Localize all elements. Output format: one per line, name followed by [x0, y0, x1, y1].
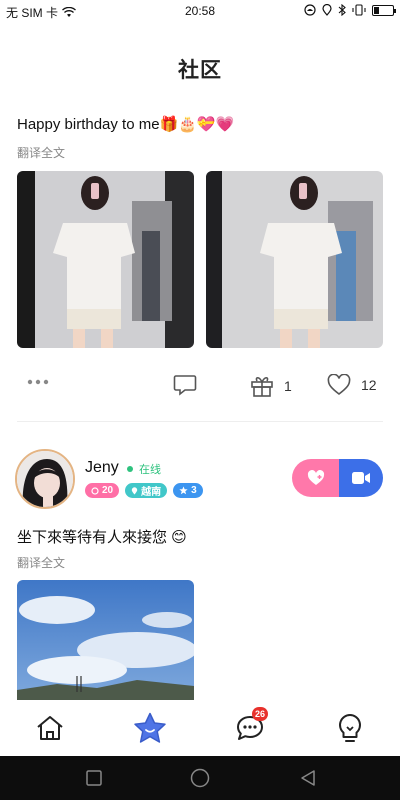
nav-community[interactable] [130, 708, 170, 748]
avatar-image [17, 451, 73, 507]
video-camera-icon [352, 472, 370, 484]
post-text: 坐下來等待有人來接您 😊 [17, 529, 187, 546]
vibrate-icon [352, 4, 366, 16]
translate-link[interactable]: 翻译全文 [17, 144, 65, 161]
call-actions [292, 459, 383, 497]
square-icon [86, 770, 102, 786]
nav-discover[interactable] [330, 708, 370, 748]
location-pin-icon [131, 486, 138, 494]
post-photo-1[interactable] [17, 171, 194, 348]
post-text: Happy birthday to me🎁🎂💝💗 [17, 116, 235, 133]
location-badge: 越南 [125, 483, 168, 498]
photo-image [206, 171, 383, 348]
page-title: 社区 [178, 59, 222, 82]
online-label: 在线 [139, 464, 161, 476]
like-count: 12 [361, 377, 377, 393]
home-icon [37, 716, 63, 740]
user-name[interactable]: Jeny [85, 459, 119, 477]
star-icon [134, 712, 166, 743]
user-avatar[interactable] [15, 449, 75, 509]
gift-icon [251, 376, 273, 397]
gift-button[interactable]: 1 [250, 374, 292, 398]
unread-count-badge: 26 [252, 707, 269, 721]
heart-plus-icon [307, 470, 324, 485]
gift-count: 1 [284, 378, 292, 394]
nav-messages[interactable]: 26 [230, 707, 270, 748]
bluetooth-icon [338, 4, 346, 16]
translate-link[interactable]: 翻译全文 [17, 554, 65, 571]
post-action-row: 1 12 [0, 372, 400, 400]
star-value: 3 [191, 485, 197, 496]
battery-icon [372, 4, 396, 16]
battery-fill [374, 6, 379, 14]
system-nav-bar [0, 756, 400, 800]
lightbulb-icon [339, 714, 361, 742]
location-value: 越南 [141, 487, 162, 498]
home-system-button[interactable] [188, 766, 212, 790]
user-badges: 20 越南 3 [85, 483, 203, 498]
heart-call-button[interactable] [292, 459, 339, 497]
heart-icon [327, 374, 351, 396]
video-call-button[interactable] [339, 459, 383, 497]
photo-image [17, 171, 194, 348]
post-photo-3[interactable] [17, 580, 194, 700]
more-options-button[interactable] [27, 379, 49, 385]
online-dot [127, 466, 133, 472]
back-system-button[interactable] [296, 766, 320, 790]
photo-image [17, 580, 194, 700]
bottom-nav: 26 [0, 700, 400, 756]
nav-home[interactable] [30, 708, 70, 748]
do-not-disturb-icon [304, 4, 316, 16]
like-button[interactable]: 12 [327, 374, 377, 396]
level-badge: 20 [85, 483, 120, 498]
back-triangle-icon [301, 770, 315, 786]
level-value: 20 [102, 485, 114, 496]
circle-icon [190, 768, 210, 788]
comment-icon [173, 375, 197, 396]
level-icon [91, 486, 99, 495]
star-small-icon [179, 486, 188, 495]
online-status: 在线 [127, 461, 161, 477]
comment-button[interactable] [173, 374, 197, 396]
status-bar: 无 SIM 卡 20:58 [0, 0, 400, 24]
status-right [304, 4, 396, 16]
location-icon [322, 4, 332, 16]
more-dots-icon [27, 379, 49, 385]
post-divider [17, 421, 383, 422]
recent-apps-button[interactable] [82, 766, 106, 790]
star-badge: 3 [173, 483, 203, 498]
post-photo-2[interactable] [206, 171, 383, 348]
